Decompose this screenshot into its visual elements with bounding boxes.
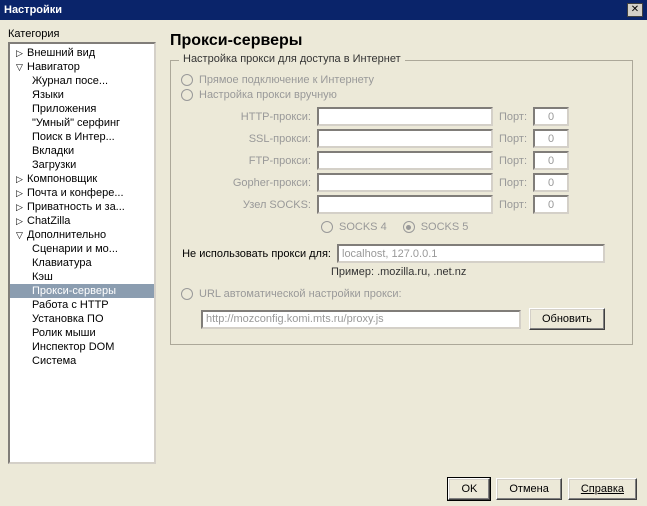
ftp-port-input[interactable] [533, 151, 569, 170]
gopher-port-input[interactable] [533, 173, 569, 192]
tree-item[interactable]: Клавиатура [10, 256, 154, 270]
tree-item[interactable]: Система [10, 354, 154, 368]
tree-item[interactable]: Ролик мыши [10, 326, 154, 340]
gopher-host-input[interactable] [317, 173, 493, 192]
noproxy-label: Не использовать прокси для: [181, 248, 331, 260]
tree-item[interactable]: ▷Приватность и за... [10, 200, 154, 214]
radio-icon [181, 74, 193, 86]
fieldset-legend: Настройка прокси для доступа в Интернет [179, 53, 405, 65]
tree-item[interactable]: Работа с HTTP [10, 298, 154, 312]
tree-item[interactable]: Поиск в Интер... [10, 130, 154, 144]
ftp-host-input[interactable] [317, 151, 493, 170]
tree-item[interactable]: ▷Компоновщик [10, 172, 154, 186]
tree-item[interactable]: Журнал посе... [10, 74, 154, 88]
tree-item[interactable]: Инспектор DOM [10, 340, 154, 354]
example-text: Пример: .mozilla.ru, .net.nz [331, 266, 622, 278]
socks-port-input[interactable] [533, 195, 569, 214]
tree-item[interactable]: Загрузки [10, 158, 154, 172]
ssl-port-input[interactable] [533, 129, 569, 148]
window-title: Настройки [4, 4, 62, 16]
radio-direct[interactable]: Прямое подключение к Интернету [181, 74, 622, 86]
tree-item[interactable]: Прокси-серверы [10, 284, 154, 298]
radio-auto[interactable]: URL автоматической настройки прокси: [181, 288, 622, 300]
help-button[interactable]: Справка [568, 478, 637, 500]
tree-item[interactable]: Сценарии и мо... [10, 242, 154, 256]
auto-url-input[interactable] [201, 310, 521, 329]
titlebar: Настройки ✕ [0, 0, 647, 20]
radio-manual[interactable]: Настройка прокси вручную [181, 89, 622, 101]
proxy-fieldset: Настройка прокси для доступа в Интернет … [170, 60, 633, 345]
reload-button[interactable]: Обновить [529, 308, 605, 330]
proxy-panel: Прокси-серверы Настройка прокси для дост… [164, 28, 639, 464]
ssl-host-input[interactable] [317, 129, 493, 148]
tree-item[interactable]: ▽Дополнительно [10, 228, 154, 242]
tree-item[interactable]: ▽Навигатор [10, 60, 154, 74]
dialog-buttons: OK Отмена Справка [0, 472, 647, 506]
tree-item[interactable]: Языки [10, 88, 154, 102]
noproxy-input[interactable] [337, 244, 605, 263]
tree-item[interactable]: ▷Почта и конфере... [10, 186, 154, 200]
socks-host-input[interactable] [317, 195, 493, 214]
radio-icon [181, 288, 193, 300]
close-button[interactable]: ✕ [627, 3, 643, 17]
tree-item[interactable]: "Умный" серфинг [10, 116, 154, 130]
radio-icon [181, 89, 193, 101]
radio-socks4[interactable]: SOCKS 4 [321, 221, 387, 233]
http-host-input[interactable] [317, 107, 493, 126]
tree-item[interactable]: Приложения [10, 102, 154, 116]
cancel-button[interactable]: Отмена [496, 478, 561, 500]
category-tree[interactable]: ▷Внешний вид▽НавигаторЖурнал посе...Язык… [8, 42, 156, 464]
tree-item[interactable]: ▷ChatZilla [10, 214, 154, 228]
tree-item[interactable]: Кэш [10, 270, 154, 284]
radio-socks5[interactable]: SOCKS 5 [403, 221, 469, 233]
tree-item[interactable]: Вкладки [10, 144, 154, 158]
ok-button[interactable]: OK [448, 478, 490, 500]
tree-item[interactable]: ▷Внешний вид [10, 46, 154, 60]
http-port-input[interactable] [533, 107, 569, 126]
category-label: Категория [8, 28, 156, 40]
tree-item[interactable]: Установка ПО [10, 312, 154, 326]
